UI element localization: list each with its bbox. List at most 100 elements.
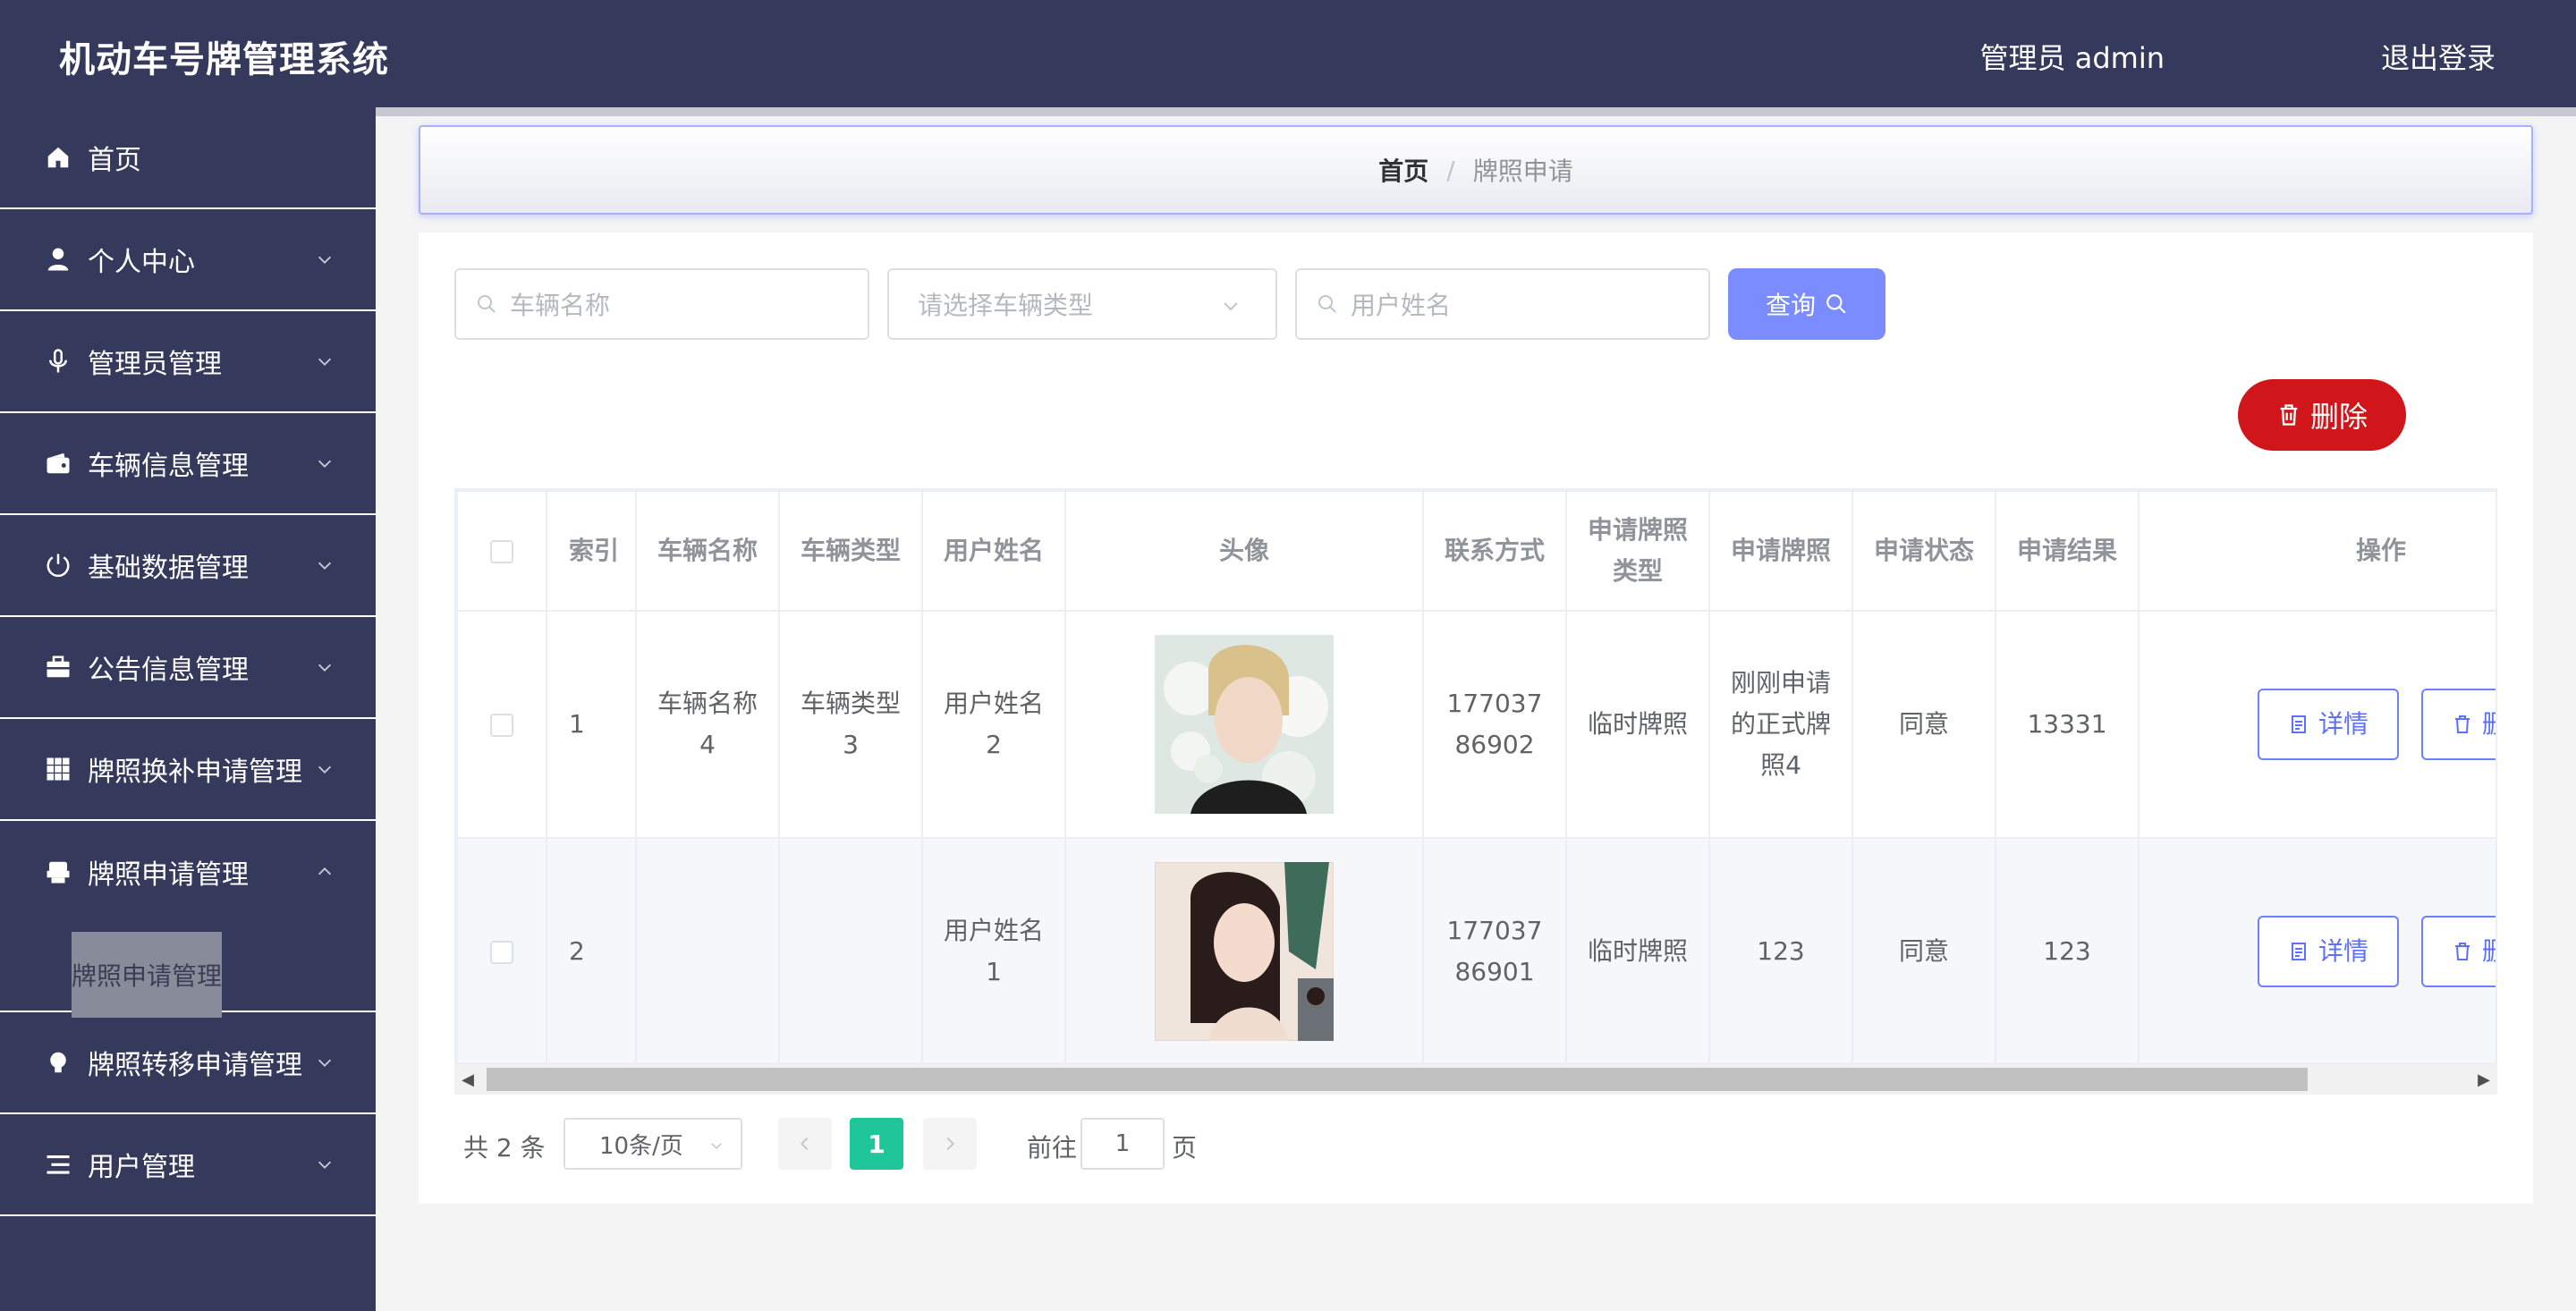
batch-delete-button[interactable]: 删除 — [2238, 379, 2406, 451]
page-number-current[interactable]: 1 — [850, 1118, 903, 1170]
scroll-left-arrow-icon[interactable]: ◀ — [454, 1064, 481, 1095]
app-title: 机动车号牌管理系统 — [59, 39, 389, 80]
cell-avatar — [1064, 837, 1424, 1062]
sidebar-item-home[interactable]: 首页 — [0, 107, 376, 209]
query-button-label: 查询 — [1765, 291, 1816, 320]
submenu-item-plate-apply-management[interactable]: 牌照申请管理 — [72, 932, 222, 1018]
sidebar-item-label: 基础数据管理 — [88, 553, 249, 584]
sidebar-item-label: 用户管理 — [88, 1152, 195, 1183]
chevron-down-icon — [1224, 302, 1238, 311]
detail-button[interactable]: 详情 — [2258, 916, 2399, 987]
search-icon — [1826, 294, 1846, 314]
document-icon — [2291, 715, 2306, 733]
page-size-value: 10条/页 — [599, 1132, 683, 1160]
sidebar-item-vehicle[interactable]: 车辆信息管理 — [0, 413, 376, 515]
sidebar-item-label: 车辆信息管理 — [88, 451, 249, 482]
horizontal-scrollbar[interactable]: ◀ ▶ — [454, 1064, 2497, 1095]
pagination-total: 共 2 条 — [463, 1133, 546, 1163]
logout-link[interactable]: 退出登录 — [2381, 36, 2496, 77]
chevron-right-icon — [946, 1137, 954, 1151]
goto-label: 前往 — [1027, 1133, 1078, 1163]
cell-result: 123 — [1995, 837, 2140, 1062]
cell-index: 1 — [546, 610, 637, 839]
cell-user-name: 用户姓名1 — [921, 837, 1066, 1062]
cell-plate-type: 临时牌照 — [1565, 837, 1710, 1062]
grid-icon — [45, 756, 72, 782]
sidebar-item-personal-center[interactable]: 个人中心 — [0, 209, 376, 311]
breadcrumb-separator: / — [1446, 155, 1455, 185]
table-row: 2 用户姓名1 17703786901 临时牌照 123 同意 123 详情 — [456, 837, 2496, 1062]
printer-icon — [45, 858, 72, 885]
avatar — [1155, 862, 1334, 1041]
row-checkbox[interactable] — [490, 941, 513, 964]
document-icon — [2291, 943, 2306, 960]
sidebar-item-plate-replace[interactable]: 牌照换补申请管理 — [0, 719, 376, 821]
sidebar-item-users[interactable]: 用户管理 — [0, 1114, 376, 1216]
chevron-down-icon — [318, 358, 332, 366]
sidebar-item-plate-transfer[interactable]: 牌照转移申请管理 — [0, 1012, 376, 1114]
home-icon — [45, 144, 72, 171]
sidebar-item-basic-data[interactable]: 基础数据管理 — [0, 515, 376, 617]
select-all-checkbox[interactable] — [490, 540, 513, 563]
row-delete-button[interactable]: 删除 — [2420, 916, 2496, 987]
data-table-wrapper: 索引 车辆名称 车辆类型 用户姓名 头像 联系方式 申请牌照类型 申请牌照 申请… — [454, 488, 2497, 1064]
cell-avatar — [1064, 610, 1424, 839]
row-delete-label: 删除 — [2482, 931, 2496, 972]
column-header: 联系方式 — [1422, 490, 1567, 612]
next-page-button[interactable] — [923, 1118, 977, 1170]
chevron-left-icon — [801, 1137, 809, 1151]
sidebar-item-label: 牌照转移申请管理 — [88, 1050, 302, 1081]
current-user: 管理员 admin — [1979, 41, 2165, 75]
sidebar-item-label: 牌照换补申请管理 — [88, 757, 302, 788]
cell-status: 同意 — [1852, 610, 1996, 839]
sidebar-item-plate-apply[interactable]: 牌照申请管理 — [0, 821, 376, 923]
cell-vehicle-type — [778, 837, 923, 1062]
batch-delete-label: 删除 — [2309, 400, 2368, 434]
cell-status: 同意 — [1852, 837, 1996, 1062]
chevron-down-icon — [318, 562, 332, 570]
microphone-icon — [45, 348, 72, 375]
trash-icon — [2454, 715, 2470, 733]
query-button[interactable]: 查询 — [1728, 268, 1885, 340]
search-icon — [1318, 295, 1336, 313]
cell-vehicle-type: 车辆类型3 — [778, 610, 923, 839]
scroll-right-arrow-icon[interactable]: ▶ — [2470, 1064, 2497, 1095]
chevron-down-icon — [711, 1143, 722, 1150]
sidebar-item-notice[interactable]: 公告信息管理 — [0, 617, 376, 719]
column-header: 头像 — [1064, 490, 1424, 612]
cell-vehicle-name: 车辆名称4 — [635, 610, 780, 839]
vehicle-name-input[interactable]: 车辆名称 — [454, 268, 869, 340]
user-name-input[interactable]: 用户姓名 — [1295, 268, 1710, 340]
breadcrumb-home[interactable]: 首页 — [1378, 152, 1428, 188]
cell-index: 2 — [546, 837, 637, 1062]
header-checkbox-cell — [456, 490, 547, 612]
row-checkbox[interactable] — [490, 714, 513, 737]
cell-plate: 刚刚申请的正式牌照4 — [1708, 610, 1853, 839]
row-delete-button[interactable]: 删除 — [2420, 689, 2496, 760]
row-checkbox-cell — [456, 837, 547, 1062]
briefcase-icon — [45, 654, 72, 681]
chevron-down-icon — [318, 460, 332, 468]
sidebar-item-label: 首页 — [88, 145, 141, 176]
cell-contact: 17703786901 — [1422, 837, 1567, 1062]
column-header: 索引 — [546, 490, 637, 612]
sidebar: 首页 个人中心 管理员管理 车辆信息管理 基础数据管理 公告信息管理 牌照换补申… — [0, 107, 376, 1311]
column-header: 申请状态 — [1852, 490, 1996, 612]
column-header: 车辆名称 — [635, 490, 780, 612]
chevron-down-icon — [318, 664, 332, 672]
sidebar-item-admin[interactable]: 管理员管理 — [0, 311, 376, 413]
content-top-strip — [376, 107, 2576, 116]
detail-button[interactable]: 详情 — [2258, 689, 2399, 760]
column-header: 用户姓名 — [921, 490, 1066, 612]
wallet-icon — [45, 450, 72, 477]
breadcrumb: 首页 / 牌照申请 — [419, 125, 2533, 215]
vehicle-type-select[interactable]: 请选择车辆类型 — [887, 268, 1277, 340]
table-header-row: 索引 车辆名称 车辆类型 用户姓名 头像 联系方式 申请牌照类型 申请牌照 申请… — [456, 490, 2496, 612]
prev-page-button[interactable] — [778, 1118, 832, 1170]
bulb-icon — [45, 1049, 72, 1076]
scrollbar-thumb[interactable] — [487, 1068, 2308, 1091]
page-size-select[interactable]: 10条/页 — [564, 1118, 742, 1170]
user-name-placeholder: 用户姓名 — [1351, 291, 1452, 320]
goto-page-input[interactable]: 1 — [1080, 1118, 1165, 1170]
cell-plate: 123 — [1708, 837, 1853, 1062]
